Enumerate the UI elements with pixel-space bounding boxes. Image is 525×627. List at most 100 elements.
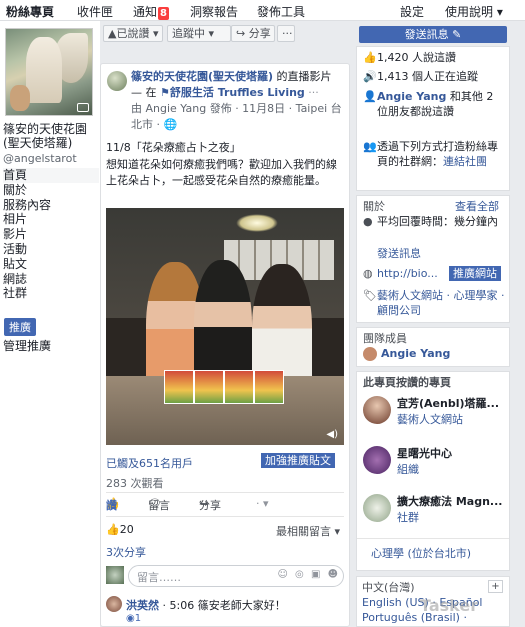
nav-item-events[interactable]: 活動 <box>3 242 99 257</box>
post-text: 11/8「花朵療癒占卜之夜」 想知道花朵如何療癒我們嗎？歡迎加入我們的線上花朵占… <box>106 140 346 190</box>
comment-likes[interactable]: ◉1 <box>126 613 141 624</box>
page-name[interactable]: 篠安的天使花園(聖天使塔羅) <box>3 122 99 150</box>
manage-promotions-link[interactable]: 管理推廣 <box>3 337 51 354</box>
category-location-link[interactable]: 心理學 (位於台北市) <box>371 545 471 561</box>
nav-item-home[interactable]: 首頁 <box>3 168 99 183</box>
video-flower-card <box>224 370 254 404</box>
promote-website-button[interactable]: 推廣網站 <box>449 266 501 281</box>
liked-page-avatar <box>363 494 391 522</box>
post-text-body: 想知道花朵如何療癒我們嗎？歡迎加入我們的線上花朵占卜，一起感受花朵自然的療癒能量… <box>106 157 337 188</box>
nav-item-services[interactable]: 服務內容 <box>3 198 99 213</box>
follow-stat-icon: 🔊 <box>363 70 377 83</box>
page-handle[interactable]: @angelstarot <box>3 152 77 165</box>
post-author-avatar[interactable] <box>107 71 127 91</box>
profile-picture-child <box>10 85 30 111</box>
video-views: 283 次觀看 <box>106 477 164 490</box>
watermark: Tasker <box>420 596 479 615</box>
globe-icon: ◍ <box>363 267 373 280</box>
post-card: 篠安的天使花園(聖天使塔羅) 的直播影片 — 在 ⚑舒服生活 Truffles … <box>100 63 350 627</box>
categories-link[interactable]: 藝術人文網站 · 心理學家 · 顧問公司 <box>377 288 507 318</box>
team-member-name[interactable]: Angie Yang <box>381 347 450 360</box>
reaction-count[interactable]: 20 <box>120 523 134 536</box>
tab-publishing-tools[interactable]: 發佈工具 <box>257 3 305 20</box>
commenter-avatar <box>106 566 124 584</box>
current-language: 中文(台灣) <box>362 581 415 594</box>
post-meta: 由 Angie Yang 發佈 · 11月8日 · Taipei 台北市 · 🌐 <box>131 102 342 131</box>
comment-likes-count: 1 <box>134 613 142 624</box>
post-as-selector[interactable]: · ▾ <box>256 497 269 510</box>
nav-item-posts[interactable]: 貼文 <box>3 257 99 272</box>
connect-groups-link[interactable]: 連結社團 <box>443 155 487 168</box>
team-members-card: 團隊成員 Angie Yang <box>356 327 510 367</box>
about-card: 關於 查看全部 ● 平均回覆時間：幾分鐘內 發送訊息 ◍ http://bio...… <box>356 195 510 323</box>
page-stats-card: 👍 1,420 人說這讚 🔊 1,413 個人正在追蹤 👤 Angie Yang 和其… <box>356 46 510 191</box>
send-message-button[interactable]: 發送訊息 ✎ <box>359 26 507 43</box>
tab-notifications-label: 通知 <box>133 5 158 19</box>
reaction-icon: 👍 <box>106 523 120 536</box>
page-top-nav: 粉絲專頁 收件匣 通知 8 洞察報告 發佈工具 設定 使用說明 ▾ <box>0 0 525 23</box>
friends-like-stat: 👤 Angie Yang 和其他 2 位朋友都說這讚 <box>363 90 494 118</box>
more-options-button[interactable]: ··· <box>277 25 295 42</box>
about-header: 關於 <box>363 200 385 213</box>
camera-icon[interactable] <box>77 103 89 112</box>
boost-post-button[interactable]: 加強推廣貼文 <box>261 453 335 468</box>
nav-item-notes[interactable]: 網誌 <box>3 272 99 287</box>
liked-page-item[interactable]: 星曙光中心 組織 <box>361 444 507 482</box>
nav-item-community[interactable]: 社群 <box>3 286 99 301</box>
nav-item-about[interactable]: 關於 <box>3 183 99 198</box>
liked-page-avatar <box>363 396 391 424</box>
post-menu-icon[interactable]: ··· <box>305 86 319 99</box>
comment-author-avatar[interactable] <box>106 596 122 612</box>
post-place-link[interactable]: 舒服生活 Truffles Living <box>170 86 305 99</box>
liked-pages-card: 此專頁按讚的專頁 宜芳(Aenbl)塔羅... 藝術人文網站 星曙光中心 組織 … <box>356 371 510 571</box>
tab-insights[interactable]: 洞察報告 <box>190 3 238 20</box>
nav-item-photos[interactable]: 相片 <box>3 212 99 227</box>
send-message-link[interactable]: 發送訊息 <box>377 246 507 261</box>
see-all-link[interactable]: 查看全部 <box>455 198 499 214</box>
post-author-link[interactable]: 篠安的天使花園(聖天使塔羅) <box>131 70 273 83</box>
like-action-label: 讚 <box>106 499 117 512</box>
connect-groups: 👥 透過下列方式打造粉絲專頁的社群網：連結社團 <box>363 140 498 168</box>
share-count[interactable]: 3次分享 <box>106 544 146 560</box>
share-action-label: 分享 <box>199 499 221 512</box>
following-button[interactable]: 追蹤中 ▾ <box>167 25 231 42</box>
liked-page-item[interactable]: 宜芳(Aenbl)塔羅... 藝術人文網站 <box>361 394 507 432</box>
comment-composer: 留言…… ☺ ◎ ▣ ☻ <box>106 564 346 588</box>
team-member-avatar[interactable] <box>363 347 377 361</box>
nav-item-videos[interactable]: 影片 <box>3 227 99 242</box>
like-stat-icon: 👍 <box>363 51 377 64</box>
response-time: ● 平均回覆時間：幾分鐘內 <box>363 215 498 228</box>
liked-pages-header: 此專頁按讚的專頁 <box>363 376 451 389</box>
liked-page-item[interactable]: 擴大療癒法 Magn... 社群 <box>361 492 507 530</box>
tab-notifications[interactable]: 通知 8 <box>133 3 169 20</box>
post-header: 篠安的天使花園(聖天使塔羅) 的直播影片 — 在 ⚑舒服生活 Truffles … <box>131 69 343 101</box>
post-reach[interactable]: 已觸及651名用戶 <box>106 455 193 471</box>
live-video-player[interactable]: ◀) <box>106 208 344 445</box>
tab-settings[interactable]: 設定 <box>400 3 424 20</box>
team-header: 團隊成員 <box>363 332 407 345</box>
profile-picture[interactable] <box>5 28 93 116</box>
comment-sort-dropdown[interactable]: 最相關留言 ▾ <box>276 523 340 539</box>
comment-action-label: 留言 <box>148 499 170 512</box>
emoji-camera-gif-sticker-icons[interactable]: ☺ ◎ ▣ ☻ <box>277 569 340 580</box>
tab-help[interactable]: 使用說明 ▾ <box>445 3 503 20</box>
comment-text: 5:06 篠安老師大家好！ <box>169 599 286 612</box>
divider <box>357 538 509 539</box>
liked-button[interactable]: ▲已說讚 ▾ <box>103 25 163 42</box>
liked-page-avatar <box>363 446 391 474</box>
clock-icon: ● <box>363 215 373 228</box>
volume-icon[interactable]: ◀) <box>326 429 338 440</box>
friend-name-link[interactable]: Angie Yang <box>377 90 446 103</box>
comment-author[interactable]: 洪英然 <box>126 599 159 612</box>
divider <box>106 492 344 493</box>
tab-inbox[interactable]: 收件匣 <box>77 3 113 20</box>
add-language-button[interactable]: + <box>488 580 503 593</box>
notification-badge: 8 <box>158 7 169 20</box>
video-flower-card <box>194 370 224 404</box>
promote-button[interactable]: 推廣 <box>4 318 36 336</box>
groups-icon: 👥 <box>363 140 377 153</box>
video-flower-card <box>254 370 284 404</box>
tab-page[interactable]: 粉絲專頁 <box>6 3 55 23</box>
share-page-button[interactable]: ↪ 分享 <box>231 25 275 42</box>
reaction-summary: 👍20 最相關留言 ▾ <box>106 523 346 539</box>
